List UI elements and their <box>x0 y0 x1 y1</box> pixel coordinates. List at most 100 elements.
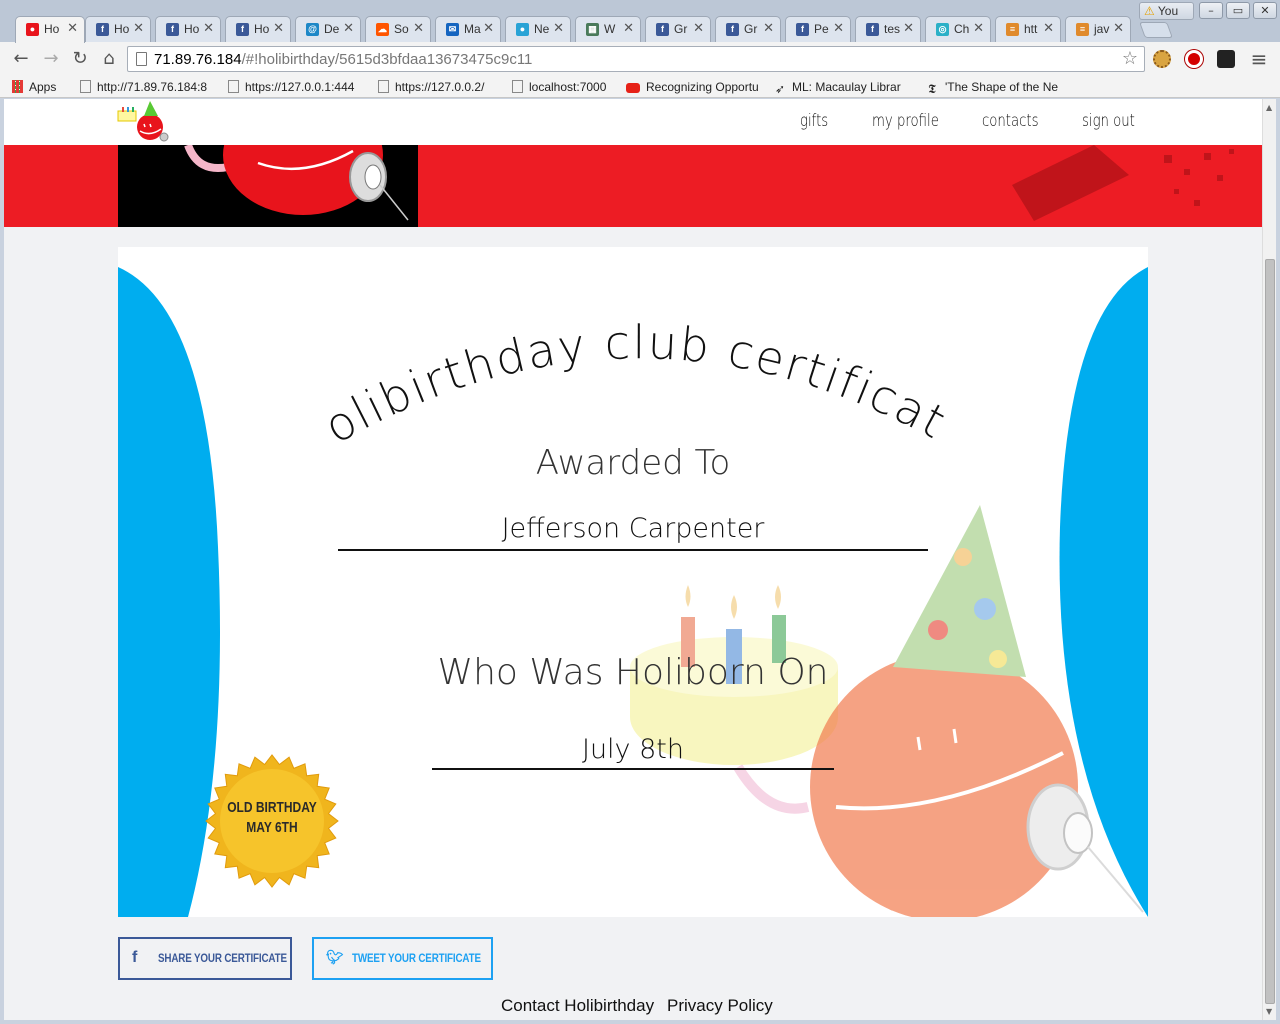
tab-close-icon[interactable]: ✕ <box>67 21 78 36</box>
menu-icon[interactable]: ≡ <box>1248 48 1270 70</box>
tab-title: So <box>394 22 409 36</box>
tab-close-icon[interactable]: ✕ <box>693 21 704 36</box>
droplet-icon: ● <box>516 23 529 36</box>
tab-title: jav <box>1094 22 1110 36</box>
twitter-icon: 🐦︎ <box>326 949 344 965</box>
nav-contacts[interactable]: contacts <box>982 111 1039 131</box>
tab-title: Ho <box>184 22 200 36</box>
page-icon <box>378 80 389 93</box>
page-icon <box>512 80 523 93</box>
tab-strip: ● Ho ✕ f Ho ✕ f Ho ✕ f Ho ✕ @ De ✕ ☁ So ✕ ✉ Ma ✕ ● Ne ✕ ▦ W ✕ f Gr ✕ f… <box>0 0 1280 43</box>
browser-tab[interactable]: ≡ jav ✕ <box>1065 16 1131 42</box>
tab-close-icon[interactable]: ✕ <box>833 21 844 36</box>
holibirthday-logo[interactable] <box>116 99 176 145</box>
tab-close-icon[interactable]: ✕ <box>413 21 424 36</box>
image-icon: ▦ <box>586 23 599 36</box>
browser-tab[interactable]: f tes ✕ <box>855 16 921 42</box>
contact-link[interactable]: Contact Holibirthday <box>501 996 654 1016</box>
browser-tab[interactable]: ◎ Ch ✕ <box>925 16 991 42</box>
bookmark-item[interactable]: localhost:7000 <box>512 78 612 96</box>
back-icon[interactable]: ← <box>10 48 32 70</box>
awarded-to-label: Awarded To <box>535 443 731 483</box>
cake-illustration <box>630 585 838 814</box>
soundcloud-icon: ☁ <box>376 23 389 36</box>
nav-my-profile[interactable]: my profile <box>872 111 939 131</box>
browser-tab[interactable]: ● Ne ✕ <box>505 16 571 42</box>
browser-tab[interactable]: ▦ W ✕ <box>575 16 641 42</box>
maximize-button[interactable]: ▭ <box>1226 2 1250 19</box>
scroll-thumb[interactable] <box>1265 259 1275 1004</box>
tab-close-icon[interactable]: ✕ <box>1113 21 1124 36</box>
nav-gifts[interactable]: gifts <box>800 111 828 131</box>
privacy-policy-link[interactable]: Privacy Policy <box>667 996 773 1016</box>
browser-tab[interactable]: f Ho ✕ <box>85 16 151 42</box>
scrollbar[interactable]: ▲ ▼ <box>1262 99 1276 1020</box>
forward-icon[interactable]: → <box>40 48 62 70</box>
new-tab-button[interactable] <box>1139 22 1173 38</box>
bookmark-item[interactable]: Apps <box>12 78 72 96</box>
close-window-button[interactable]: ✕ <box>1253 2 1277 19</box>
browser-tab[interactable]: @ De ✕ <box>295 16 361 42</box>
browser-tab[interactable]: ✉ Ma ✕ <box>435 16 501 42</box>
spy-extension-icon[interactable] <box>1217 50 1235 68</box>
minimize-button[interactable]: – <box>1199 2 1223 19</box>
browser-tab[interactable]: f Ho ✕ <box>225 16 291 42</box>
bookmark-star-icon[interactable]: ☆ <box>1122 48 1138 69</box>
bird-icon: ➶ <box>775 82 786 96</box>
tab-close-icon[interactable]: ✕ <box>623 21 634 36</box>
bookmark-label: Apps <box>29 80 57 94</box>
address-bar[interactable]: 71.89.76.184/#!holibirthday/5615d3bfdaa1… <box>127 46 1145 72</box>
nav-sign-out[interactable]: sign out <box>1082 111 1135 131</box>
bookmark-label: http://71.89.76.184:8 <box>97 80 208 94</box>
reload-icon[interactable]: ↻ <box>69 48 91 70</box>
nyt-icon: 𝕿 <box>928 81 936 96</box>
certificate-title: holibirthday club certificate <box>118 247 956 454</box>
bookmark-item[interactable]: https://127.0.0.2/ <box>378 78 496 96</box>
scroll-down-icon[interactable]: ▼ <box>1266 1007 1272 1016</box>
tab-title: De <box>324 22 340 36</box>
browser-tab[interactable]: ☁ So ✕ <box>365 16 431 42</box>
browser-tab[interactable]: ● Ho ✕ <box>15 16 85 43</box>
badge-line-1: OLD BIRTHDAY <box>227 799 317 816</box>
scroll-up-icon[interactable]: ▲ <box>1266 103 1272 112</box>
url-host: 71.89.76.184 <box>154 51 242 68</box>
share-facebook-button[interactable]: f SHARE YOUR CERTIFICATE <box>118 937 292 980</box>
bookmark-item[interactable]: ➶ ML: Macaulay Librar <box>775 78 915 96</box>
tab-close-icon[interactable]: ✕ <box>1043 21 1054 36</box>
tab-title: htt <box>1024 22 1038 36</box>
home-icon[interactable]: ⌂ <box>98 48 120 70</box>
tab-close-icon[interactable]: ✕ <box>273 21 284 36</box>
tab-close-icon[interactable]: ✕ <box>763 21 774 36</box>
bookmark-label: 'The Shape of the Ne <box>945 80 1059 94</box>
tab-close-icon[interactable]: ✕ <box>903 21 914 36</box>
page-viewport: gifts my profile contacts sign out olibi… <box>4 99 1262 1020</box>
tab-close-icon[interactable]: ✕ <box>973 21 984 36</box>
bookmark-item[interactable]: https://127.0.0.1:444 <box>228 78 363 96</box>
hero-decoration <box>1012 145 1234 221</box>
profile-button[interactable]: ⚠ You <box>1139 2 1194 20</box>
tab-close-icon[interactable]: ✕ <box>483 21 494 36</box>
facebook-icon: f <box>96 23 109 36</box>
tweet-certificate-button[interactable]: 🐦︎ TWEET YOUR CERTIFICATE <box>312 937 493 980</box>
youtube-icon <box>626 83 640 93</box>
recipient-underline <box>338 549 928 551</box>
facebook-icon: f <box>236 23 249 36</box>
bookmark-item[interactable]: http://71.89.76.184:8 <box>80 78 215 96</box>
tab-close-icon[interactable]: ✕ <box>203 21 214 36</box>
browser-tab[interactable]: f Gr ✕ <box>645 16 711 42</box>
hero-banner <box>4 145 1262 227</box>
browser-tab[interactable]: f Ho ✕ <box>155 16 221 42</box>
tab-close-icon[interactable]: ✕ <box>553 21 564 36</box>
page-icon <box>80 80 91 93</box>
tab-close-icon[interactable]: ✕ <box>343 21 354 36</box>
browser-tab[interactable]: f Gr ✕ <box>715 16 781 42</box>
tab-close-icon[interactable]: ✕ <box>133 21 144 36</box>
bookmark-item[interactable]: 𝕿 'The Shape of the Ne <box>928 78 1068 96</box>
date-underline <box>432 768 834 770</box>
bookmark-item[interactable]: Recognizing Opportu <box>626 78 766 96</box>
adblock-extension-icon[interactable] <box>1185 50 1203 68</box>
cookie-extension-icon[interactable] <box>1153 50 1171 68</box>
browser-tab[interactable]: ≡ htt ✕ <box>995 16 1061 42</box>
left-curtain <box>118 267 220 917</box>
browser-tab[interactable]: f Pe ✕ <box>785 16 851 42</box>
